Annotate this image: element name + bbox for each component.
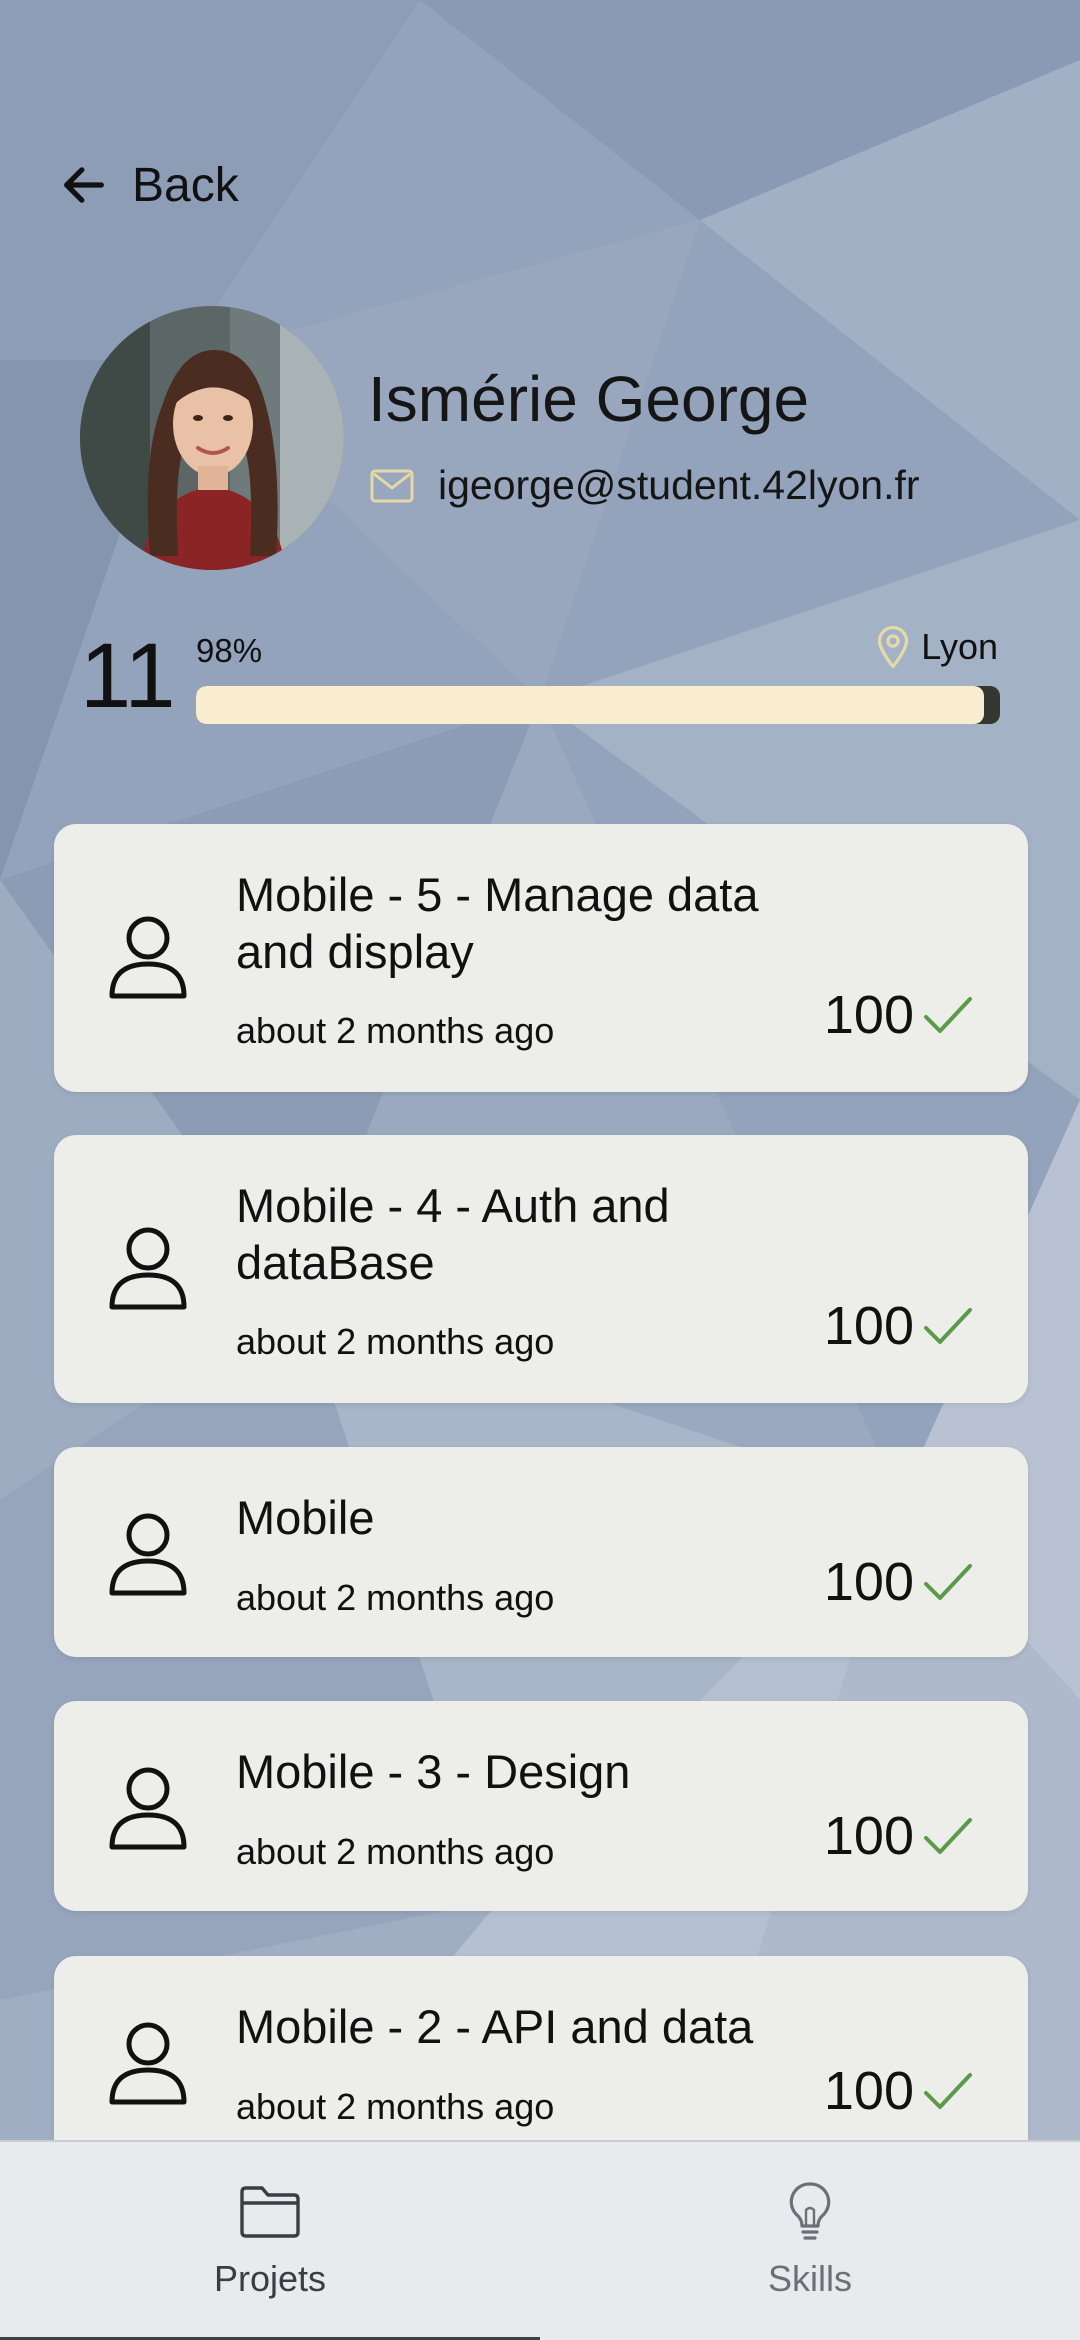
map-pin-icon <box>878 625 909 669</box>
profile-name: Ismérie George <box>368 363 810 435</box>
project-title: Mobile - 3 - Design <box>236 1745 631 1798</box>
project-score: 100 <box>824 1295 974 1357</box>
project-score-value: 100 <box>823 1552 914 1612</box>
project-card[interactable]: Mobile - 5 - Manage data and display abo… <box>54 824 1028 1092</box>
folder-icon <box>240 2186 300 2238</box>
project-score: 100 <box>824 1805 974 1867</box>
check-icon <box>924 1564 972 1600</box>
lightbulb-icon <box>789 2182 831 2240</box>
level-progress-percent: 98% <box>196 632 263 669</box>
project-title: Mobile - 4 - Auth and dataBase <box>236 1179 670 1289</box>
back-label: Back <box>132 158 239 212</box>
back-button[interactable]: Back <box>58 150 239 220</box>
check-icon <box>924 997 972 1033</box>
person-icon <box>109 2022 187 2105</box>
bottom-navigation: Projets Skills <box>0 2140 1080 2340</box>
project-score: 100 <box>824 984 974 1046</box>
person-icon <box>109 916 187 999</box>
email-row: igeorge@student.42lyon.fr <box>370 462 920 509</box>
level-value: 11 <box>80 625 176 727</box>
location-text: Lyon <box>921 626 998 667</box>
email-text: igeorge@student.42lyon.fr <box>438 462 920 508</box>
project-title: Mobile <box>236 1491 375 1544</box>
project-time: about 2 months ago <box>236 1831 555 1872</box>
check-icon <box>924 2073 972 2109</box>
project-card[interactable]: Mobile about 2 months ago 100 <box>54 1447 1028 1657</box>
mail-icon <box>370 469 414 502</box>
project-score: 100 <box>824 1551 974 1613</box>
project-time: about 2 months ago <box>236 1321 555 1362</box>
project-score-value: 100 <box>823 985 914 1045</box>
person-icon <box>109 1767 187 1850</box>
location: Lyon <box>875 624 998 670</box>
project-score-value: 100 <box>823 1806 914 1866</box>
tab-projets[interactable]: Projets <box>0 2142 540 2340</box>
tab-skills-label: Skills <box>767 2258 852 2299</box>
project-card[interactable]: Mobile - 3 - Design about 2 months ago 1… <box>54 1701 1028 1911</box>
project-time: about 2 months ago <box>236 2086 555 2127</box>
project-card[interactable]: Mobile - 2 - API and data about 2 months… <box>54 1956 1028 2140</box>
check-icon <box>924 1818 972 1854</box>
project-score: 100 <box>824 2060 974 2122</box>
person-icon <box>109 1513 187 1596</box>
project-card[interactable]: Mobile - 4 - Auth and dataBase about 2 m… <box>54 1135 1028 1403</box>
level-progress-fill <box>196 686 984 724</box>
level-progress-bar <box>196 686 1000 724</box>
avatar <box>80 306 344 570</box>
tab-projets-label: Projets <box>213 2258 327 2299</box>
project-score-value: 100 <box>823 2061 914 2121</box>
project-score-value: 100 <box>823 1296 914 1356</box>
person-icon <box>109 1227 187 1310</box>
arrow-left-icon <box>64 167 104 203</box>
project-title: Mobile - 2 - API and data <box>236 2000 754 2053</box>
tab-skills[interactable]: Skills <box>540 2142 1080 2340</box>
project-time: about 2 months ago <box>236 1010 555 1051</box>
project-title: Mobile - 5 - Manage data and display <box>236 868 759 978</box>
check-icon <box>924 1308 972 1344</box>
profile-screen: Back Ismérie George igeorge@student.42ly… <box>0 0 1080 2140</box>
project-time: about 2 months ago <box>236 1577 555 1618</box>
